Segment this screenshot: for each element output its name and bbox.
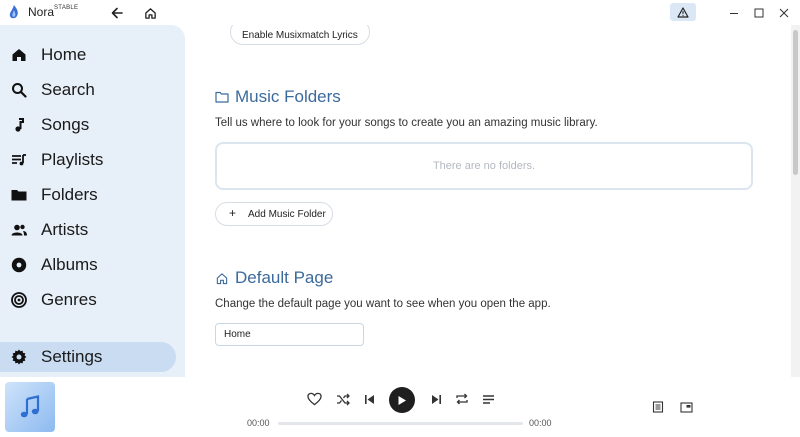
home-icon [12, 49, 26, 61]
sidebar-item-home[interactable]: Home [0, 40, 185, 70]
scrollbar-thumb[interactable] [793, 30, 798, 175]
artists-icon [11, 224, 27, 236]
sidebar-item-label: Home [41, 45, 87, 64]
song-cover-art[interactable] [5, 382, 55, 432]
close-icon[interactable] [774, 3, 794, 23]
plus-icon: + [229, 206, 237, 220]
music-note-icon [15, 118, 24, 132]
sidebar-item-label: Folders [41, 185, 98, 204]
sidebar-item-label: Playlists [41, 150, 104, 169]
sidebar-item-label: Artists [41, 220, 89, 239]
skip-previous-icon[interactable] [360, 390, 378, 408]
music-folders-description: Tell us where to look for your songs to … [215, 117, 598, 129]
settings-page: Enable Musixmatch Lyrics Music Folders T… [185, 25, 790, 377]
seek-bar[interactable] [278, 422, 523, 425]
home-icon[interactable] [140, 3, 160, 23]
default-page-select[interactable]: Home [215, 323, 364, 346]
current-time: 00:00 [247, 418, 270, 428]
heart-icon[interactable] [305, 390, 323, 408]
sidebar-item-label: Settings [41, 347, 103, 366]
add-music-folder-label: Add Music Folder [248, 209, 326, 220]
sidebar-item-folders[interactable]: Folders [0, 180, 185, 210]
play-button[interactable] [389, 387, 415, 413]
release-badge: STABLE [54, 5, 79, 11]
lyrics-icon[interactable] [649, 398, 667, 416]
title-bar: Nora STABLE [0, 0, 800, 25]
enable-musixmatch-lyrics-button[interactable]: Enable Musixmatch Lyrics [230, 25, 370, 45]
sidebar-item-genres[interactable]: Genres [0, 285, 185, 315]
queue-icon[interactable] [479, 390, 497, 408]
sidebar-item-playlists[interactable]: Playlists [0, 145, 185, 175]
gear-icon [11, 349, 27, 365]
back-arrow-icon[interactable] [107, 3, 127, 23]
add-music-folder-button[interactable]: + Add Music Folder [215, 202, 333, 226]
maximize-icon[interactable] [749, 3, 769, 23]
sidebar-item-settings[interactable]: Settings [0, 342, 176, 372]
album-icon [11, 257, 27, 273]
default-page-heading: Default Page [215, 268, 333, 288]
mini-player-icon[interactable] [677, 398, 695, 416]
warning-icon[interactable] [670, 3, 696, 21]
app-name: Nora [28, 5, 55, 19]
search-icon [12, 83, 27, 98]
minimize-icon[interactable] [724, 3, 744, 23]
default-page-description: Change the default page you want to see … [215, 298, 551, 310]
genres-icon [11, 292, 27, 308]
music-note-icon [20, 395, 40, 418]
music-folders-list: There are no folders. [215, 142, 753, 190]
section-title-text: Default Page [235, 268, 334, 287]
play-icon [398, 395, 406, 405]
default-page-selected-value: Home [224, 329, 251, 340]
sidebar-item-label: Search [41, 80, 95, 99]
sidebar-item-artists[interactable]: Artists [0, 215, 185, 245]
main-scrollbar[interactable] [791, 25, 800, 377]
shuffle-icon[interactable] [334, 390, 352, 408]
sidebar-item-label: Albums [41, 255, 98, 274]
playlist-icon [12, 154, 26, 166]
total-time: 00:00 [529, 418, 552, 428]
sidebar-item-search[interactable]: Search [0, 75, 185, 105]
home-outline-icon [216, 272, 228, 284]
empty-folders-message: There are no folders. [432, 160, 536, 172]
section-title-text: Music Folders [235, 87, 341, 106]
music-folders-heading: Music Folders [215, 87, 341, 107]
skip-next-icon[interactable] [427, 390, 445, 408]
sidebar-item-label: Songs [41, 115, 90, 134]
folder-outline-icon [215, 91, 229, 103]
player-bar: 00:00 00:00 [0, 377, 800, 437]
sidebar-item-songs[interactable]: Songs [0, 110, 185, 140]
sidebar-item-label: Genres [41, 290, 97, 309]
sidebar-item-albums[interactable]: Albums [0, 250, 185, 280]
nora-logo-icon [7, 4, 21, 20]
sidebar: Home Search Songs Playlists Folders Arti… [0, 25, 185, 377]
repeat-icon[interactable] [453, 390, 471, 408]
folder-icon [11, 190, 27, 201]
